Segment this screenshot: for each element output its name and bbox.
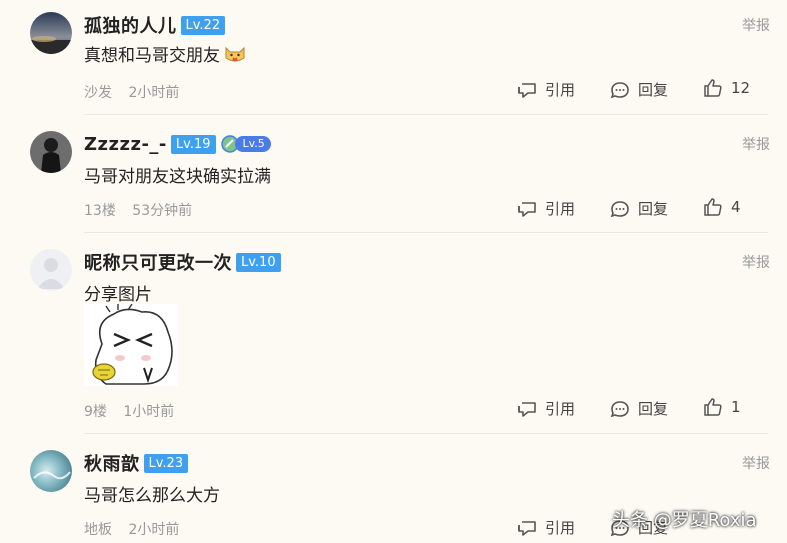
username[interactable]: 昵称只可更改一次 bbox=[84, 249, 232, 275]
comment-header: 孤独的人儿 Lv.22 bbox=[84, 12, 226, 38]
divider bbox=[84, 114, 768, 115]
reply-label: 回复 bbox=[638, 81, 669, 99]
reply-button[interactable]: 回复 bbox=[610, 198, 668, 219]
level-badge: Lv.10 bbox=[236, 252, 281, 272]
reply-button[interactable]: 回复 bbox=[610, 398, 668, 419]
quote-label: 引用 bbox=[545, 400, 576, 418]
comment-text: 分享图片 bbox=[84, 280, 152, 305]
quote-icon bbox=[518, 401, 536, 417]
reply-label: 回复 bbox=[638, 400, 669, 418]
comment-meta: 9楼 1小时前 bbox=[84, 401, 174, 421]
report-link[interactable]: 举报 bbox=[742, 15, 770, 35]
reply-bubble-icon bbox=[610, 200, 629, 217]
shared-image[interactable] bbox=[84, 303, 178, 386]
like-count: 1 bbox=[731, 398, 741, 416]
timestamp: 1小时前 bbox=[123, 404, 175, 420]
comment-header: 昵称只可更改一次 Lv.10 bbox=[84, 250, 281, 274]
comment-meta: 地板 2小时前 bbox=[84, 519, 179, 539]
thumbs-up-icon bbox=[704, 79, 722, 97]
medal-badge: Lv.5 bbox=[220, 135, 271, 153]
quote-icon bbox=[518, 201, 536, 217]
quote-button[interactable]: 引用 bbox=[517, 517, 575, 538]
timestamp: 2小时前 bbox=[128, 522, 180, 538]
comment-text-body: 马哥怎么那么大方 bbox=[84, 486, 220, 506]
cat-face-emoji-icon bbox=[224, 44, 246, 64]
level-badge: Lv.23 bbox=[143, 453, 189, 473]
like-button[interactable]: 4 bbox=[703, 198, 741, 216]
comment-text-body: 马哥对朋友这块确实拉满 bbox=[84, 167, 271, 187]
floor-label: 沙发 bbox=[84, 85, 112, 101]
comment-text: 马哥对朋友这块确实拉满 bbox=[84, 162, 271, 187]
floor-label: 13楼 bbox=[84, 203, 116, 219]
username[interactable]: Zzzzz-_- bbox=[84, 134, 167, 155]
like-count: 12 bbox=[731, 79, 751, 97]
avatar[interactable] bbox=[30, 450, 72, 492]
quote-button[interactable]: 引用 bbox=[517, 79, 575, 100]
comment-meta: 沙发 2小时前 bbox=[84, 82, 179, 102]
avatar[interactable] bbox=[30, 131, 72, 173]
thumbs-up-icon bbox=[704, 398, 722, 416]
quote-icon bbox=[518, 82, 536, 98]
thumbs-up-icon bbox=[704, 198, 722, 216]
username[interactable]: 秋雨歆 bbox=[84, 450, 140, 476]
reply-button[interactable]: 回复 bbox=[610, 79, 668, 100]
level-badge: Lv.19 bbox=[170, 134, 216, 154]
username[interactable]: 孤独的人儿 bbox=[84, 12, 177, 38]
reply-bubble-icon bbox=[610, 81, 629, 98]
timestamp: 2小时前 bbox=[128, 85, 180, 101]
like-count: 4 bbox=[731, 198, 741, 216]
like-button[interactable]: 12 bbox=[703, 79, 750, 97]
quote-label: 引用 bbox=[545, 519, 576, 537]
quote-label: 引用 bbox=[545, 200, 576, 218]
divider bbox=[84, 232, 768, 233]
report-link[interactable]: 举报 bbox=[742, 252, 770, 272]
like-button[interactable]: 1 bbox=[703, 398, 741, 416]
floor-label: 9楼 bbox=[84, 404, 107, 420]
comment-meta: 13楼 53分钟前 bbox=[84, 200, 192, 220]
quote-button[interactable]: 引用 bbox=[517, 198, 575, 219]
comment-text-body: 分享图片 bbox=[84, 285, 152, 305]
floor-label: 地板 bbox=[84, 522, 112, 538]
divider bbox=[84, 433, 768, 434]
watermark: 头条 @罗夏Roxia bbox=[612, 510, 757, 531]
reply-bubble-icon bbox=[610, 400, 629, 417]
avatar[interactable] bbox=[30, 249, 72, 291]
comment-text: 马哥怎么那么大方 bbox=[84, 481, 220, 506]
avatar[interactable] bbox=[30, 12, 72, 54]
reply-label: 回复 bbox=[638, 200, 669, 218]
comment-text-body: 真想和马哥交朋友 bbox=[84, 46, 220, 66]
quote-button[interactable]: 引用 bbox=[517, 398, 575, 419]
comment-header: Zzzzz-_- Lv.19 Lv.5 bbox=[84, 132, 271, 156]
quote-icon bbox=[518, 520, 536, 536]
timestamp: 53分钟前 bbox=[132, 203, 193, 219]
comment-header: 秋雨歆 Lv.23 bbox=[84, 450, 189, 476]
medal-level: Lv.5 bbox=[234, 136, 271, 152]
report-link[interactable]: 举报 bbox=[742, 134, 770, 154]
report-link[interactable]: 举报 bbox=[742, 453, 770, 473]
comment-text: 真想和马哥交朋友 bbox=[84, 41, 246, 66]
quote-label: 引用 bbox=[545, 81, 576, 99]
level-badge: Lv.22 bbox=[180, 15, 226, 35]
